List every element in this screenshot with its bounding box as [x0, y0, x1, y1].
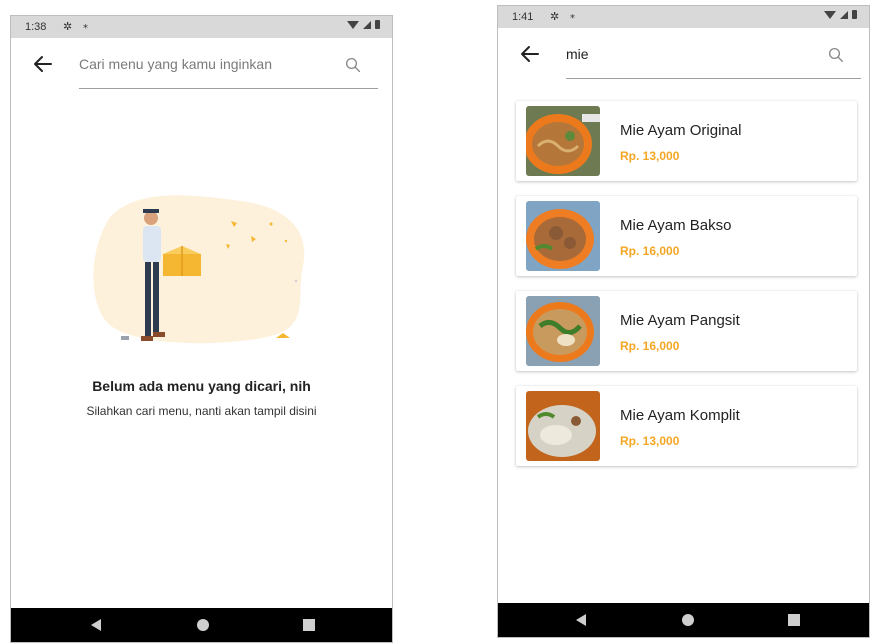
navigation-bar [498, 603, 869, 637]
app-bar [498, 28, 869, 90]
notification-icon: ⁎ [83, 20, 88, 31]
menu-item-price: Rp. 16,000 [620, 339, 680, 353]
wifi-icon [347, 20, 359, 29]
status-icons [347, 20, 380, 29]
app-bar [11, 38, 392, 100]
search-screen-empty: 1:38 ✲ ⁎ Cari menu yang kamu inginkan Be… [10, 15, 393, 643]
status-bar: 1:38 ✲ ⁎ [11, 16, 392, 38]
menu-item-card[interactable]: Mie Ayam Original Rp. 13,000 [516, 101, 857, 181]
status-bar: 1:41 ✲ ⁎ [498, 6, 869, 28]
signal-icon [840, 10, 848, 19]
battery-icon [375, 20, 380, 29]
menu-item-price: Rp. 13,000 [620, 149, 680, 163]
signal-icon [363, 20, 371, 29]
wifi-icon [824, 10, 836, 19]
food-thumbnail [526, 106, 600, 176]
menu-item-price: Rp. 16,000 [620, 244, 680, 258]
navigation-bar [11, 608, 392, 642]
menu-item-name: Mie Ayam Bakso [620, 217, 732, 234]
menu-item-card[interactable]: Mie Ayam Komplit Rp. 13,000 [516, 386, 857, 466]
empty-state-illustration [93, 195, 305, 344]
menu-item-card[interactable]: Mie Ayam Pangsit Rp. 16,000 [516, 291, 857, 371]
empty-state-title: Belum ada menu yang dicari, nih [92, 378, 311, 394]
search-field [79, 50, 378, 89]
status-icons [824, 10, 857, 19]
search-field [566, 40, 861, 79]
gear-icon: ✲ [550, 11, 560, 23]
status-time: 1:41 [512, 11, 534, 23]
circle-home-icon[interactable] [682, 614, 694, 626]
food-thumbnail [526, 201, 600, 271]
search-icon[interactable] [827, 46, 845, 64]
menu-item-name: Mie Ayam Original [620, 122, 742, 139]
gear-icon: ✲ [63, 21, 73, 33]
empty-state-subtitle: Silahkan cari menu, nanti akan tampil di… [86, 404, 317, 418]
triangle-back-icon[interactable] [576, 614, 586, 626]
search-input[interactable] [566, 46, 817, 62]
search-screen-results: 1:41 ✲ ⁎ mie Mie Ayam Original Rp. 13,00… [497, 5, 870, 638]
search-input[interactable] [79, 56, 334, 72]
triangle-back-icon[interactable] [91, 619, 101, 631]
arrow-left-icon[interactable] [518, 42, 542, 66]
menu-item-card[interactable]: Mie Ayam Bakso Rp. 16,000 [516, 196, 857, 276]
menu-item-name: Mie Ayam Komplit [620, 407, 740, 424]
food-thumbnail [526, 391, 600, 461]
menu-item-price: Rp. 13,000 [620, 434, 680, 448]
menu-item-name: Mie Ayam Pangsit [620, 312, 740, 329]
food-thumbnail [526, 296, 600, 366]
circle-home-icon[interactable] [197, 619, 209, 631]
notification-icon: ⁎ [570, 10, 575, 21]
square-recent-icon[interactable] [788, 614, 800, 626]
search-icon[interactable] [344, 56, 362, 74]
result-list: Mie Ayam Original Rp. 13,000 Mie Ayam Ba… [516, 101, 857, 481]
arrow-left-icon[interactable] [31, 52, 55, 76]
status-time: 1:38 [25, 21, 47, 33]
square-recent-icon[interactable] [303, 619, 315, 631]
battery-icon [852, 10, 857, 19]
